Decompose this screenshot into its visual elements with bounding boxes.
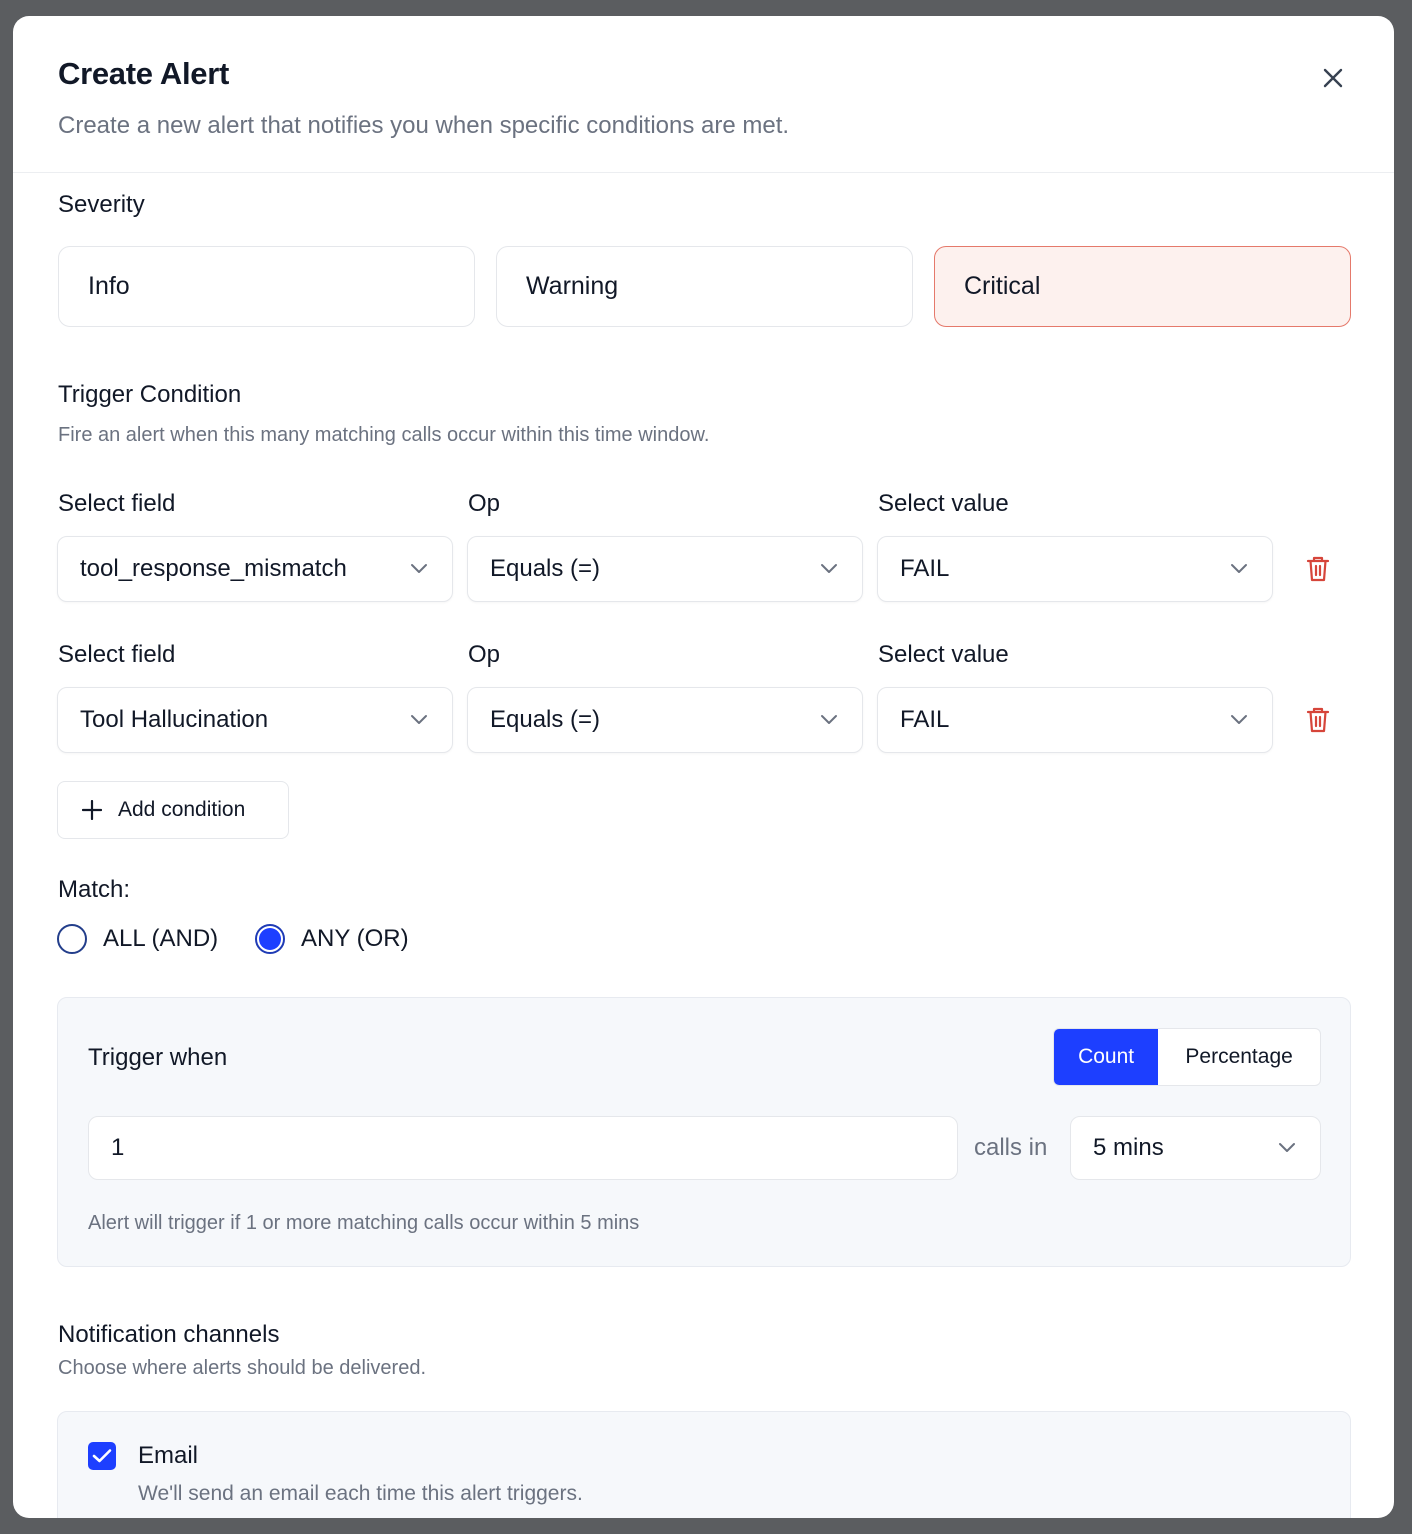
chevron-down-icon bbox=[1228, 558, 1250, 580]
value-select-value: FAIL bbox=[900, 706, 950, 733]
trigger-condition-description: Fire an alert when this many matching ca… bbox=[58, 424, 710, 446]
trigger-when-title: Trigger when bbox=[88, 1044, 228, 1071]
mode-percentage-button[interactable]: Percentage bbox=[1158, 1029, 1320, 1085]
chevron-down-icon bbox=[1228, 709, 1250, 731]
delete-condition-button[interactable] bbox=[1303, 705, 1333, 735]
chevron-down-icon bbox=[818, 709, 840, 731]
email-channel-description: We'll send an email each time this alert… bbox=[138, 1482, 583, 1505]
time-window-select[interactable]: 5 mins bbox=[1070, 1116, 1321, 1180]
email-channel: Email We'll send an email each time this… bbox=[57, 1411, 1351, 1518]
chevron-down-icon bbox=[408, 558, 430, 580]
trigger-summary: Alert will trigger if 1 or more matching… bbox=[88, 1212, 640, 1234]
severity-option-critical[interactable]: Critical bbox=[934, 246, 1351, 327]
add-condition-button[interactable]: Add condition bbox=[57, 781, 289, 839]
field-label: Select field bbox=[58, 641, 176, 668]
value-select[interactable]: FAIL bbox=[877, 536, 1273, 602]
value-label: Select value bbox=[878, 641, 1009, 668]
op-label: Op bbox=[468, 641, 501, 668]
field-label: Select field bbox=[58, 490, 176, 517]
op-select[interactable]: Equals (=) bbox=[467, 536, 863, 602]
severity-option-warning[interactable]: Warning bbox=[496, 246, 913, 327]
match-label: Match: bbox=[58, 876, 131, 903]
calls-in-label: calls in bbox=[974, 1134, 1048, 1161]
close-button[interactable] bbox=[1319, 64, 1347, 92]
dialog-title: Create Alert bbox=[58, 56, 229, 91]
dialog-header: Create Alert Create a new alert that not… bbox=[13, 16, 1394, 173]
field-select-value: tool_response_mismatch bbox=[80, 555, 347, 582]
chevron-down-icon bbox=[408, 709, 430, 731]
create-alert-dialog: Create Alert Create a new alert that not… bbox=[13, 16, 1394, 1518]
check-icon bbox=[92, 1449, 112, 1463]
delete-condition-button[interactable] bbox=[1303, 554, 1333, 584]
match-option-any[interactable]: ANY (OR) bbox=[255, 924, 409, 954]
field-select[interactable]: Tool Hallucination bbox=[57, 687, 453, 753]
severity-option-info[interactable]: Info bbox=[58, 246, 475, 327]
chevron-down-icon bbox=[818, 558, 840, 580]
value-select[interactable]: FAIL bbox=[877, 687, 1273, 753]
chevron-down-icon bbox=[1276, 1137, 1298, 1159]
radio-any[interactable] bbox=[255, 924, 285, 954]
mode-count-button[interactable]: Count bbox=[1054, 1029, 1159, 1085]
trash-icon bbox=[1306, 707, 1330, 733]
op-select-value: Equals (=) bbox=[490, 555, 601, 582]
threshold-input[interactable] bbox=[88, 1116, 958, 1180]
match-option-all-label: ALL (AND) bbox=[103, 925, 219, 952]
field-select[interactable]: tool_response_mismatch bbox=[57, 536, 453, 602]
dialog-subtitle: Create a new alert that notifies you whe… bbox=[58, 112, 790, 139]
trash-icon bbox=[1306, 556, 1330, 582]
match-option-any-label: ANY (OR) bbox=[301, 925, 409, 952]
op-select-value: Equals (=) bbox=[490, 706, 601, 733]
trigger-condition-title: Trigger Condition bbox=[58, 381, 242, 408]
email-channel-label: Email bbox=[138, 1442, 199, 1469]
mode-toggle: Count Percentage bbox=[1053, 1028, 1321, 1086]
notification-channels-description: Choose where alerts should be delivered. bbox=[58, 1357, 426, 1379]
trigger-when-panel: Trigger when Count Percentage calls in 5… bbox=[57, 997, 1351, 1267]
notification-channels-title: Notification channels bbox=[58, 1321, 280, 1348]
op-label: Op bbox=[468, 490, 501, 517]
radio-all[interactable] bbox=[57, 924, 87, 954]
close-icon bbox=[1323, 68, 1343, 88]
severity-label: Severity bbox=[58, 191, 145, 218]
match-option-all[interactable]: ALL (AND) bbox=[57, 924, 218, 954]
plus-icon bbox=[82, 800, 102, 820]
value-select-value: FAIL bbox=[900, 555, 950, 582]
email-checkbox[interactable] bbox=[88, 1442, 116, 1470]
value-label: Select value bbox=[878, 490, 1009, 517]
op-select[interactable]: Equals (=) bbox=[467, 687, 863, 753]
field-select-value: Tool Hallucination bbox=[80, 706, 269, 733]
time-window-value: 5 mins bbox=[1093, 1134, 1164, 1161]
add-condition-label: Add condition bbox=[118, 798, 246, 821]
